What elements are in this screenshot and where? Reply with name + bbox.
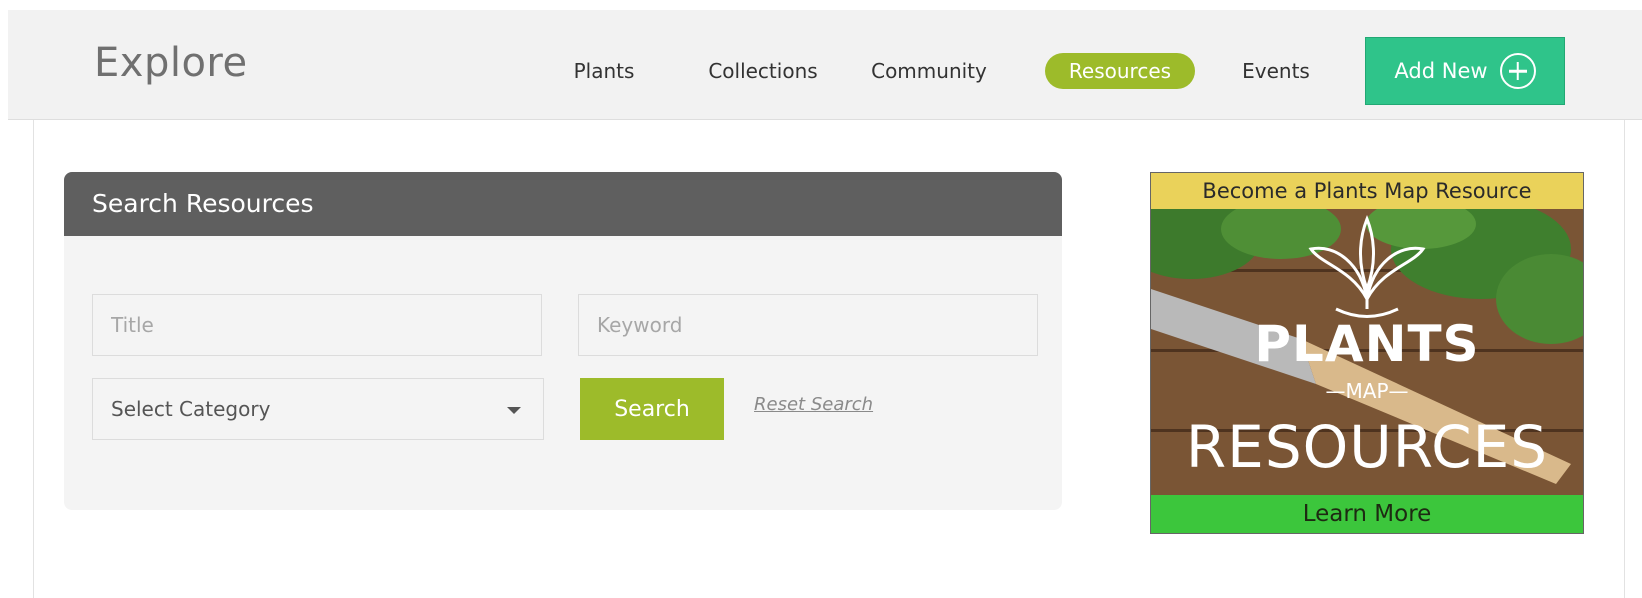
search-resources-panel: Search Resources Select Category Search … [64,172,1062,510]
right-divider [1624,120,1625,598]
category-select[interactable]: Select Category [92,378,544,440]
resources-ad-banner[interactable]: Become a Plants Map Resource PLANTS —MAP… [1150,172,1584,534]
category-select-value: Select Category [111,397,271,421]
search-button[interactable]: Search [580,378,724,440]
learn-more-button[interactable]: Learn More [1151,495,1583,533]
ad-top-text: Become a Plants Map Resource [1151,173,1583,209]
nav-resources[interactable]: Resources [1045,53,1195,89]
add-new-label: Add New [1394,59,1488,83]
caret-down-icon [507,407,521,414]
page-title: Explore [94,40,248,86]
ad-logo-resources: RESOURCES [1185,413,1549,481]
nav-community[interactable]: Community [866,53,992,89]
left-divider [33,120,34,598]
nav-collections[interactable]: Collections [692,53,834,89]
add-new-button[interactable]: Add New [1365,37,1565,105]
plus-circle-icon [1499,53,1536,89]
reset-search-link[interactable]: Reset Search [754,394,873,415]
nav-plants[interactable]: Plants [564,53,644,89]
page: Explore Plants Collections Community Res… [0,0,1642,598]
keyword-input[interactable] [578,294,1038,356]
top-navigation-bar: Explore Plants Collections Community Res… [8,10,1642,120]
ad-logo-plants: PLANTS [1254,315,1480,373]
ad-logo-map: —MAP— [1325,379,1409,403]
nav-events[interactable]: Events [1234,53,1318,89]
panel-title: Search Resources [64,172,1062,236]
title-input[interactable] [92,294,542,356]
